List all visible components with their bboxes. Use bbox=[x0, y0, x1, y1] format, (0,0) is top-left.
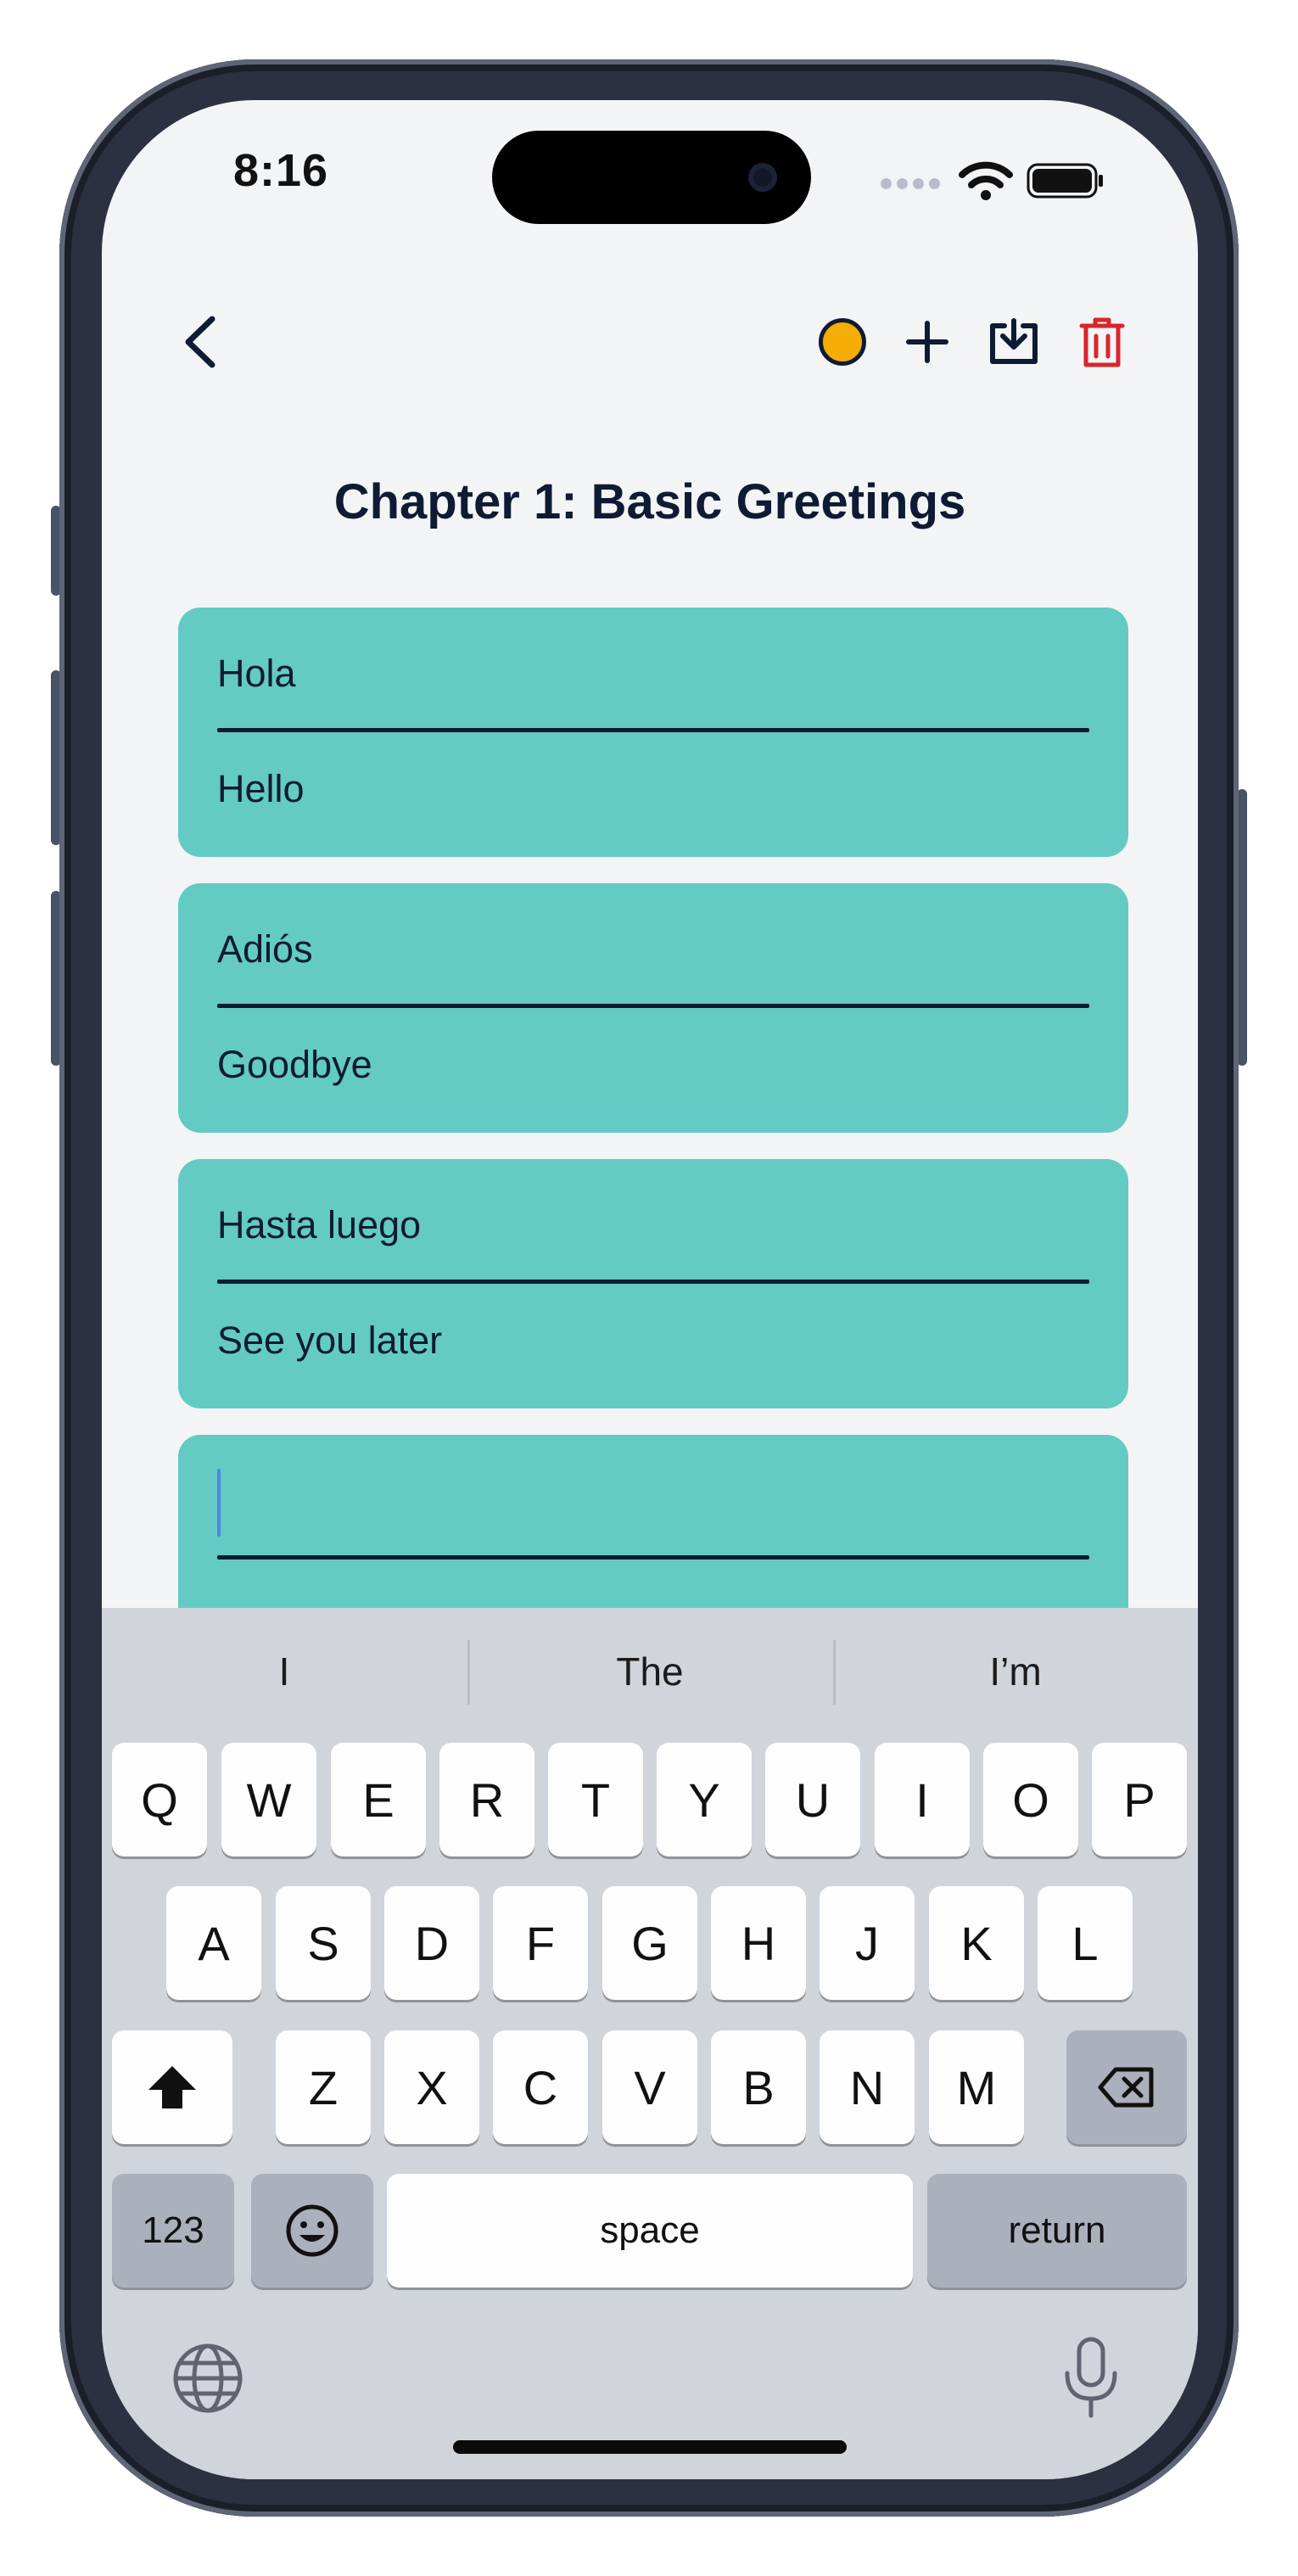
suggestion-2[interactable]: The bbox=[467, 1608, 832, 1735]
on-screen-keyboard: I The I’m Q W E R T Y U I O P A S D F G … bbox=[102, 1608, 1198, 2479]
card-front-text[interactable]: Hola bbox=[217, 652, 296, 696]
numbers-key[interactable]: 123 bbox=[112, 2174, 234, 2288]
flashcard[interactable]: Adiós Goodbye bbox=[178, 883, 1128, 1133]
dynamic-island bbox=[492, 131, 811, 224]
space-key[interactable]: space bbox=[387, 2174, 913, 2288]
globe-icon bbox=[173, 2344, 243, 2413]
key-w[interactable]: W bbox=[221, 1743, 316, 1856]
key-f[interactable]: F bbox=[493, 1886, 588, 2000]
card-back-text[interactable]: Hello bbox=[217, 767, 305, 811]
key-m[interactable]: M bbox=[929, 2030, 1024, 2144]
microphone-icon bbox=[1065, 2337, 1117, 2418]
dictation-button[interactable] bbox=[1057, 2336, 1125, 2421]
status-time: 8:16 bbox=[233, 145, 329, 196]
phone-screen: 8:16 Chapter 1: Basic Greetings Hola Hel… bbox=[102, 100, 1198, 2479]
key-j[interactable]: J bbox=[820, 1886, 915, 2000]
plus-icon bbox=[906, 321, 948, 363]
card-divider bbox=[217, 1004, 1089, 1008]
add-card-button[interactable] bbox=[891, 304, 964, 380]
key-r[interactable]: R bbox=[439, 1743, 534, 1856]
key-z[interactable]: Z bbox=[276, 2030, 371, 2144]
battery-icon bbox=[1027, 163, 1103, 199]
text-cursor bbox=[217, 1469, 221, 1537]
key-h[interactable]: H bbox=[711, 1886, 806, 2000]
key-p[interactable]: P bbox=[1092, 1743, 1187, 1856]
delete-key[interactable] bbox=[1066, 2030, 1187, 2144]
key-s[interactable]: S bbox=[276, 1886, 371, 2000]
key-x[interactable]: X bbox=[384, 2030, 479, 2144]
globe-button[interactable] bbox=[170, 2340, 246, 2416]
front-camera bbox=[748, 163, 777, 192]
key-n[interactable]: N bbox=[820, 2030, 915, 2144]
card-divider bbox=[217, 728, 1089, 732]
save-button[interactable] bbox=[977, 304, 1050, 380]
key-i[interactable]: I bbox=[875, 1743, 970, 1856]
suggestion-3[interactable]: I’m bbox=[833, 1608, 1198, 1735]
card-back-text[interactable]: Goodbye bbox=[217, 1043, 372, 1087]
card-divider bbox=[217, 1555, 1089, 1560]
wifi-icon bbox=[959, 161, 1013, 200]
key-u[interactable]: U bbox=[765, 1743, 860, 1856]
key-b[interactable]: B bbox=[711, 2030, 806, 2144]
key-d[interactable]: D bbox=[384, 1886, 479, 2000]
key-v[interactable]: V bbox=[602, 2030, 697, 2144]
status-dot-button[interactable] bbox=[806, 304, 879, 380]
key-t[interactable]: T bbox=[548, 1743, 643, 1856]
page-title: Chapter 1: Basic Greetings bbox=[333, 474, 966, 529]
delete-button[interactable] bbox=[1066, 304, 1139, 380]
card-divider bbox=[217, 1280, 1089, 1284]
card-back-text[interactable]: See you later bbox=[217, 1319, 442, 1363]
key-y[interactable]: Y bbox=[657, 1743, 752, 1856]
shift-icon bbox=[148, 2066, 196, 2108]
key-c[interactable]: C bbox=[493, 2030, 588, 2144]
home-indicator[interactable] bbox=[453, 2440, 847, 2454]
suggestion-1[interactable]: I bbox=[102, 1608, 467, 1735]
back-button[interactable] bbox=[171, 304, 231, 380]
key-g[interactable]: G bbox=[602, 1886, 697, 2000]
download-icon bbox=[990, 318, 1038, 364]
key-q[interactable]: Q bbox=[112, 1743, 207, 1856]
card-front-text[interactable]: Adiós bbox=[217, 927, 313, 972]
flashcard[interactable]: Hasta luego See you later bbox=[178, 1159, 1128, 1408]
emoji-key[interactable] bbox=[251, 2174, 373, 2288]
backspace-icon bbox=[1098, 2067, 1154, 2108]
trash-icon bbox=[1079, 317, 1125, 367]
key-e[interactable]: E bbox=[331, 1743, 426, 1856]
shift-key[interactable] bbox=[112, 2030, 232, 2144]
cellular-signal-icon bbox=[881, 178, 945, 193]
key-k[interactable]: K bbox=[929, 1886, 1024, 2000]
key-l[interactable]: L bbox=[1038, 1886, 1133, 2000]
chevron-left-icon bbox=[185, 316, 215, 368]
key-o[interactable]: O bbox=[983, 1743, 1078, 1856]
card-front-text[interactable]: Hasta luego bbox=[217, 1203, 421, 1247]
return-key[interactable]: return bbox=[927, 2174, 1187, 2288]
flashcard[interactable]: Hola Hello bbox=[178, 608, 1128, 857]
status-dot-icon bbox=[819, 318, 866, 366]
key-a[interactable]: A bbox=[166, 1886, 261, 2000]
emoji-icon bbox=[286, 2204, 338, 2257]
